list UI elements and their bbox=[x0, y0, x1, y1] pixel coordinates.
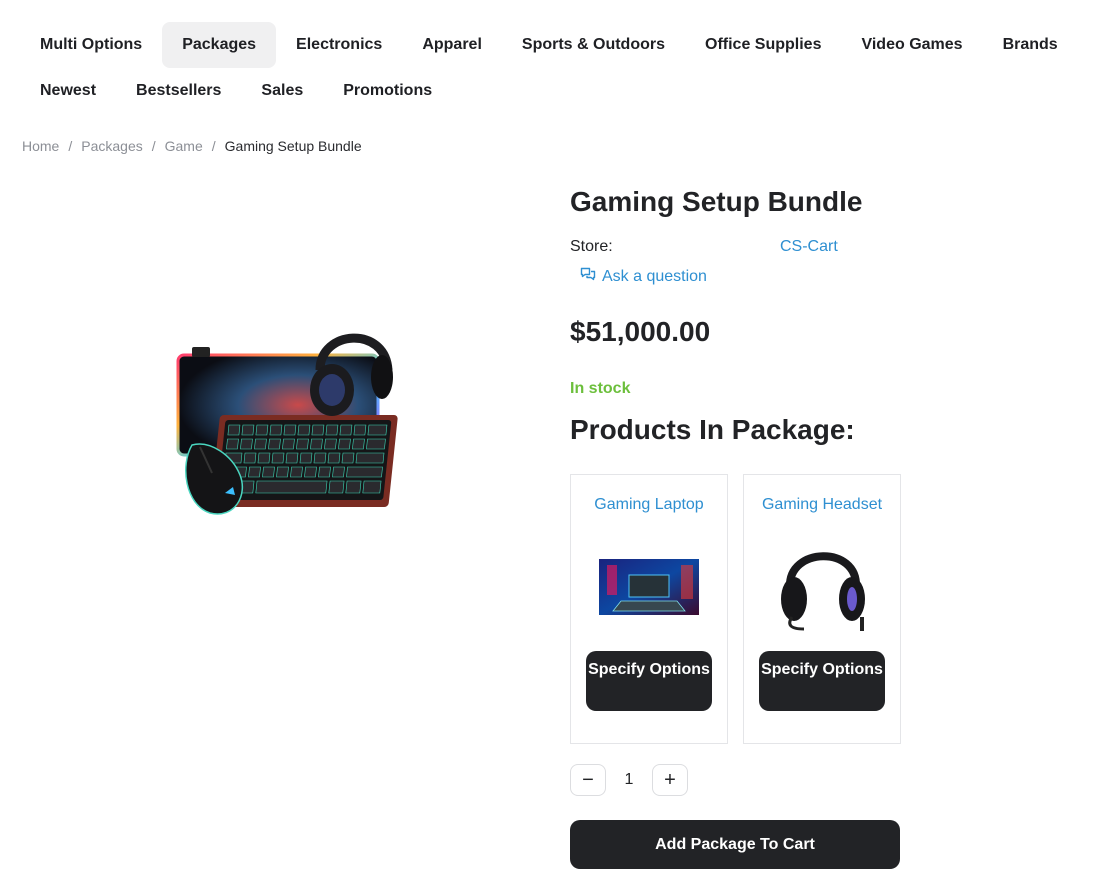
package-item-card: Gaming Headset Specify Options bbox=[743, 474, 901, 744]
nav-item-sales[interactable]: Sales bbox=[241, 68, 323, 114]
laptop-image[interactable] bbox=[571, 557, 727, 617]
nav-item-bestsellers[interactable]: Bestsellers bbox=[116, 68, 241, 114]
quantity-increase-button[interactable]: + bbox=[652, 764, 688, 796]
nav-item-newest[interactable]: Newest bbox=[20, 68, 116, 114]
nav-item-multi-options[interactable]: Multi Options bbox=[20, 22, 162, 68]
nav-item-video-games[interactable]: Video Games bbox=[841, 22, 982, 68]
store-label: Store: bbox=[570, 238, 613, 255]
breadcrumb-separator: / bbox=[151, 138, 156, 154]
breadcrumb-game[interactable]: Game bbox=[165, 138, 203, 154]
package-heading: Products In Package: bbox=[570, 414, 855, 445]
nav-item-sports-outdoors[interactable]: Sports & Outdoors bbox=[502, 22, 685, 68]
nav-item-promotions[interactable]: Promotions bbox=[323, 68, 452, 114]
ask-question-link[interactable]: Ask a question bbox=[580, 266, 707, 287]
specify-options-button[interactable]: Specify Options bbox=[586, 651, 712, 711]
add-package-to-cart-button[interactable]: Add Package To Cart bbox=[570, 820, 900, 869]
store-link[interactable]: CS-Cart bbox=[780, 238, 838, 256]
gaming-bundle-image[interactable] bbox=[170, 315, 405, 520]
package-item-name[interactable]: Gaming Headset bbox=[752, 495, 892, 515]
product-title: Gaming Setup Bundle bbox=[570, 186, 863, 217]
chat-bubbles-icon bbox=[580, 266, 602, 287]
nav-item-brands[interactable]: Brands bbox=[983, 22, 1078, 68]
product-price: $51,000.00 bbox=[570, 316, 711, 347]
nav-item-packages[interactable]: Packages bbox=[162, 22, 277, 68]
breadcrumb-packages[interactable]: Packages bbox=[81, 138, 142, 154]
breadcrumb-home[interactable]: Home bbox=[22, 138, 59, 154]
package-item-card: Gaming Laptop Specify Options bbox=[570, 474, 728, 744]
breadcrumb: Home / Packages / Game / Gaming Setup Bu… bbox=[22, 138, 362, 154]
nav-item-electronics[interactable]: Electronics bbox=[276, 22, 402, 68]
quantity-decrease-button[interactable]: − bbox=[570, 764, 606, 796]
quantity-stepper: − 1 + bbox=[570, 764, 688, 796]
nav-item-apparel[interactable]: Apparel bbox=[402, 22, 502, 68]
specify-options-button[interactable]: Specify Options bbox=[759, 651, 885, 711]
stock-status: In stock bbox=[570, 380, 631, 397]
nav-row-2: Newest Bestsellers Sales Promotions bbox=[20, 68, 1100, 114]
package-item-name[interactable]: Gaming Laptop bbox=[579, 495, 719, 515]
ask-question-label: Ask a question bbox=[602, 267, 707, 285]
main-nav: Multi Options Packages Electronics Appar… bbox=[20, 22, 1100, 114]
breadcrumb-current: Gaming Setup Bundle bbox=[224, 138, 362, 154]
headset-image[interactable] bbox=[744, 537, 900, 637]
breadcrumb-separator: / bbox=[211, 138, 216, 154]
nav-item-office-supplies[interactable]: Office Supplies bbox=[685, 22, 841, 68]
nav-row-1: Multi Options Packages Electronics Appar… bbox=[20, 22, 1100, 68]
breadcrumb-separator: / bbox=[68, 138, 73, 154]
quantity-input[interactable]: 1 bbox=[606, 771, 652, 789]
